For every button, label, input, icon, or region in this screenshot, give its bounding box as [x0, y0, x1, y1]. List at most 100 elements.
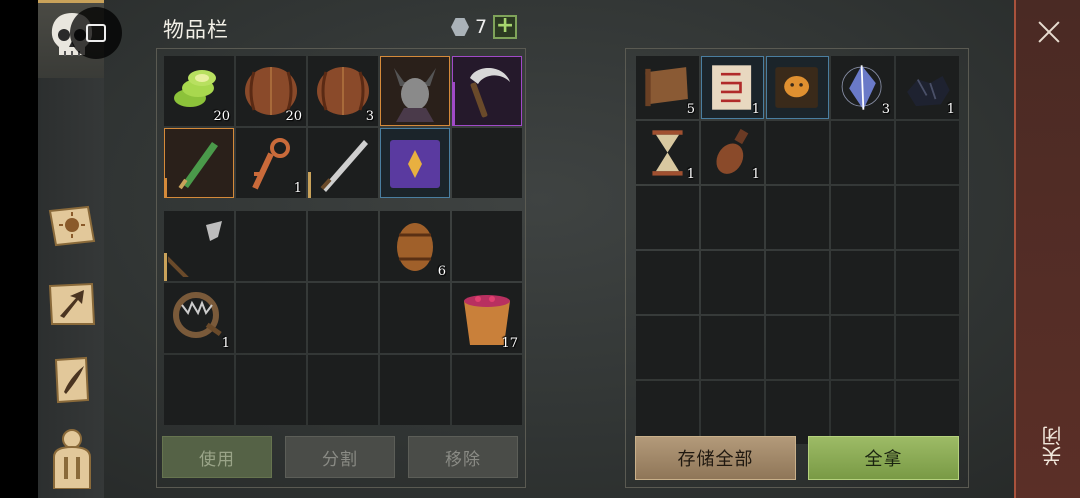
empty-slot[interactable] — [701, 381, 764, 444]
item-quantity: 1 — [751, 167, 760, 182]
item-slot-green-vegetable-slices[interactable]: 20 — [164, 56, 234, 126]
close-icon[interactable] — [1037, 20, 1061, 44]
empty-slot[interactable] — [164, 355, 234, 425]
sun-book-icon[interactable] — [44, 198, 100, 254]
empty-slot[interactable] — [636, 316, 699, 379]
item-slot-long-sword[interactable] — [308, 128, 378, 198]
durability-bar — [164, 253, 167, 281]
long-sword-icon — [320, 140, 368, 192]
empty-slot[interactable] — [452, 128, 522, 198]
empty-slot[interactable] — [452, 211, 522, 281]
empty-slot[interactable] — [896, 251, 959, 314]
item-slot-mask-book[interactable] — [766, 56, 829, 119]
item-slot-leather-scroll[interactable]: 5 — [636, 56, 699, 119]
empty-slot[interactable] — [236, 283, 306, 353]
empty-slot[interactable] — [896, 186, 959, 249]
empty-slot[interactable] — [636, 251, 699, 314]
item-quantity: 1 — [293, 181, 302, 196]
empty-slot[interactable] — [831, 316, 894, 379]
item-slot-wooden-barrel[interactable]: 3 — [308, 56, 378, 126]
durability-bar — [164, 178, 167, 198]
map-arrow-icon[interactable] — [44, 276, 100, 332]
empty-slot[interactable] — [701, 316, 764, 379]
item-slot-hourglass[interactable]: 1 — [636, 121, 699, 184]
empty-slot[interactable] — [380, 283, 450, 353]
item-slot-sickle[interactable] — [452, 56, 522, 126]
empty-slot[interactable] — [701, 186, 764, 249]
empty-slot[interactable] — [896, 316, 959, 379]
empty-slot[interactable] — [452, 355, 522, 425]
empty-slot[interactable] — [766, 121, 829, 184]
quill-scroll-icon[interactable] — [44, 352, 100, 408]
empty-slot[interactable] — [831, 251, 894, 314]
store-all-button[interactable]: 存储全部 — [635, 436, 796, 480]
character-icon[interactable] — [44, 429, 100, 489]
backpack-grid: 6 1 17 — [164, 211, 522, 425]
item-quantity: 1 — [686, 167, 695, 182]
small-barrel-icon — [397, 223, 433, 271]
empty-slot[interactable] — [831, 186, 894, 249]
item-slot-bronze-key[interactable]: 1 — [236, 128, 306, 198]
currency-display: 7 + — [451, 15, 518, 39]
sidebar — [38, 0, 104, 498]
empty-slot[interactable] — [380, 355, 450, 425]
item-slot-halberd[interactable] — [164, 211, 234, 281]
empty-slot[interactable] — [766, 316, 829, 379]
horned-helmet-mannequin-icon — [394, 68, 436, 122]
durability-bar — [452, 82, 455, 126]
item-slot-red-rune-scroll[interactable]: 1 — [701, 56, 764, 119]
empty-slot[interactable] — [831, 121, 894, 184]
empty-slot[interactable] — [766, 186, 829, 249]
storage-grid: 5 1 3 1 1 1 — [636, 56, 959, 444]
sickle-icon — [470, 67, 510, 118]
item-quantity: 20 — [213, 109, 230, 124]
item-slot-purple-tome[interactable] — [380, 128, 450, 198]
item-slot-crystal-shard[interactable]: 3 — [831, 56, 894, 119]
item-quantity: 17 — [501, 336, 518, 351]
empty-slot[interactable] — [766, 251, 829, 314]
empty-slot[interactable] — [308, 355, 378, 425]
item-slot-wooden-barrel[interactable]: 20 — [236, 56, 306, 126]
item-slot-small-barrel[interactable]: 6 — [380, 211, 450, 281]
bronze-key-icon — [252, 138, 290, 190]
item-slot-bear-trap[interactable]: 1 — [164, 283, 234, 353]
empty-slot[interactable] — [766, 381, 829, 444]
item-slot-coal[interactable]: 1 — [896, 56, 959, 119]
empty-slot[interactable] — [308, 283, 378, 353]
close-panel[interactable]: 关闭 — [1014, 0, 1080, 498]
wooden-barrel-icon — [317, 67, 369, 115]
add-currency-button[interactable]: + — [493, 15, 518, 39]
item-slot-horned-helmet-mannequin[interactable] — [380, 56, 450, 126]
window-toggle-button[interactable] — [70, 7, 122, 59]
item-quantity: 3 — [365, 109, 374, 124]
empty-slot[interactable] — [701, 251, 764, 314]
empty-slot[interactable] — [896, 121, 959, 184]
item-slot-green-dagger[interactable] — [164, 128, 234, 198]
silver-gem-icon — [451, 18, 469, 36]
take-all-button[interactable]: 全拿 — [808, 436, 959, 480]
halberd-icon — [168, 221, 222, 277]
empty-slot[interactable] — [896, 381, 959, 444]
use-button[interactable]: 使用 — [162, 436, 272, 478]
empty-slot[interactable] — [236, 355, 306, 425]
equipped-grid: 20 20 3 1 — [164, 56, 522, 198]
mask-book-icon — [775, 67, 818, 108]
empty-slot[interactable] — [236, 211, 306, 281]
item-slot-berry-bucket[interactable]: 17 — [452, 283, 522, 353]
durability-bar — [308, 172, 311, 198]
empty-slot[interactable] — [308, 211, 378, 281]
close-label[interactable]: 关闭 — [1038, 426, 1067, 466]
empty-slot[interactable] — [636, 186, 699, 249]
empty-slot[interactable] — [636, 381, 699, 444]
green-dagger-icon — [178, 142, 218, 190]
empty-slot[interactable] — [831, 381, 894, 444]
item-slot-clay-bottle[interactable]: 1 — [701, 121, 764, 184]
item-quantity: 1 — [221, 336, 230, 351]
remove-button[interactable]: 移除 — [408, 436, 518, 478]
item-quantity: 20 — [285, 109, 302, 124]
window-icon — [86, 24, 106, 42]
bear-trap-icon — [173, 292, 222, 338]
purple-tome-icon — [390, 140, 440, 188]
split-button[interactable]: 分割 — [285, 436, 395, 478]
inventory-title: 物品栏 — [163, 18, 229, 42]
